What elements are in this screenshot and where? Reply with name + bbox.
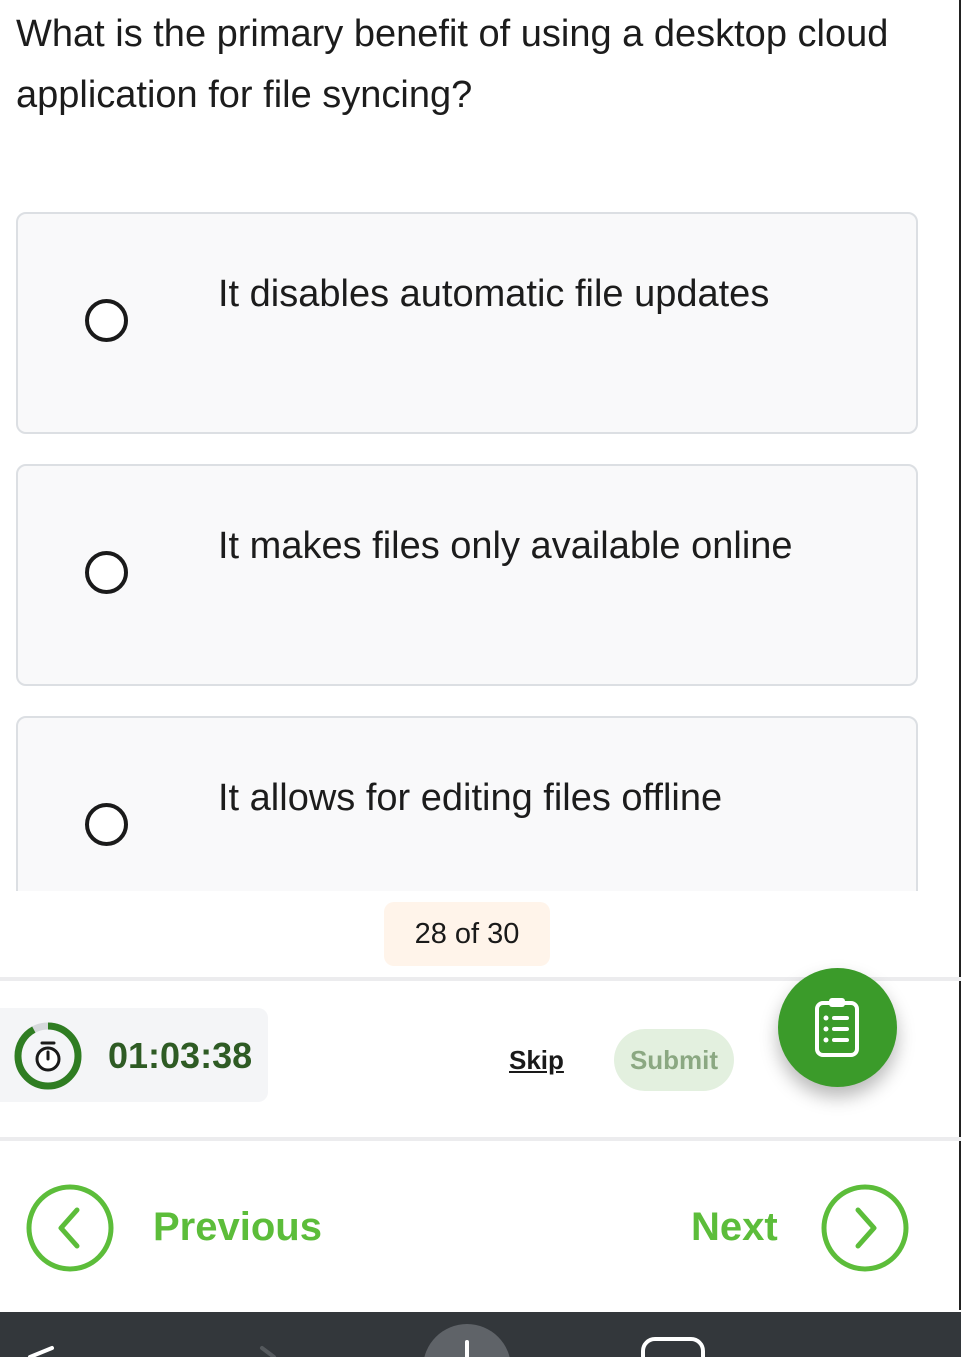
next-button[interactable] (820, 1183, 910, 1273)
back-icon (28, 1346, 54, 1357)
answer-options-list: It disables automatic file updates It ma… (0, 200, 961, 891)
timer-progress-ring (14, 1022, 82, 1090)
answer-option-label: It allows for editing files offline (218, 777, 723, 819)
submit-button[interactable]: Submit (614, 1029, 734, 1091)
radio-button[interactable] (85, 299, 128, 342)
question-list-button[interactable] (778, 968, 897, 1087)
timer-panel: 01:03:38 (0, 1008, 268, 1102)
chevron-left-icon (58, 1207, 80, 1249)
answer-option-1[interactable]: It disables automatic file updates (16, 212, 918, 434)
forward-icon (260, 1346, 276, 1357)
tabs-icon (641, 1337, 705, 1357)
next-label[interactable]: Next (691, 1203, 778, 1251)
system-navigation-bar (0, 1312, 961, 1357)
chevron-right-icon (855, 1207, 877, 1249)
previous-button[interactable] (25, 1183, 115, 1273)
answer-option-3[interactable]: It allows for editing files offline (16, 716, 918, 891)
stopwatch-icon (35, 1041, 61, 1072)
clipboard-list-icon (815, 998, 859, 1057)
answer-option-2[interactable]: It makes files only available online (16, 464, 918, 686)
question-text: What is the primary benefit of using a d… (16, 13, 889, 116)
previous-label[interactable]: Previous (153, 1203, 322, 1251)
radio-button[interactable] (85, 803, 128, 846)
answer-option-label: It makes files only available online (218, 525, 793, 567)
question-counter: 28 of 30 (384, 902, 550, 966)
timer-value: 01:03:38 (108, 1035, 253, 1076)
radio-button[interactable] (85, 551, 128, 594)
answer-option-label: It disables automatic file updates (218, 273, 770, 315)
skip-button[interactable]: Skip (509, 1043, 564, 1077)
divider (0, 1137, 961, 1141)
